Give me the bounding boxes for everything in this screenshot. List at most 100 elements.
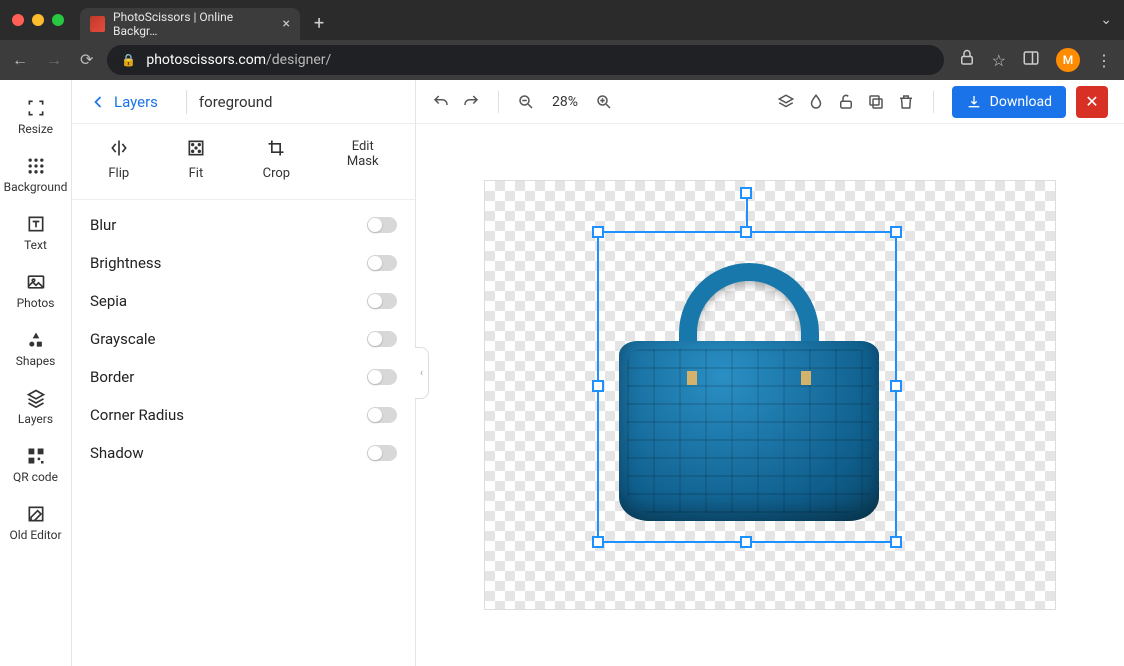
rail-label: QR code: [13, 470, 58, 484]
address-bar[interactable]: 🔒 photoscissors.com/designer/: [107, 45, 943, 75]
canvas-viewport[interactable]: [416, 124, 1124, 666]
tab-close-icon[interactable]: ×: [283, 16, 290, 32]
window-maximize-icon[interactable]: [52, 14, 64, 26]
window-close-icon[interactable]: [12, 14, 24, 26]
prop-label: Brightness: [90, 254, 161, 272]
resize-handle-e[interactable]: [890, 380, 902, 392]
breadcrumb-label: Layers: [114, 93, 158, 111]
window-controls: [12, 14, 64, 26]
resize-handle-n[interactable]: [740, 226, 752, 238]
prop-label: Blur: [90, 216, 116, 234]
properties-list: Blur Brightness Sepia Grayscale Border C…: [72, 200, 415, 478]
prop-label: Shadow: [90, 444, 144, 462]
favicon-icon: [90, 16, 105, 32]
redo-button[interactable]: [462, 93, 480, 111]
tool-label: Edit Mask: [347, 140, 379, 170]
share-icon[interactable]: [958, 49, 976, 71]
toggle-shadow[interactable]: [367, 445, 397, 461]
toggle-brightness[interactable]: [367, 255, 397, 271]
prop-sepia: Sepia: [90, 282, 397, 320]
layers-icon[interactable]: [777, 93, 795, 111]
separator: [498, 91, 499, 113]
rail-text[interactable]: Text: [0, 204, 71, 262]
rail-resize[interactable]: Resize: [0, 88, 71, 146]
prop-border: Border: [90, 358, 397, 396]
browser-tabstrip: PhotoScissors | Online Backgr… × + ⌄: [0, 0, 1124, 40]
opacity-icon[interactable]: [807, 93, 825, 111]
prop-corner-radius: Corner Radius: [90, 396, 397, 434]
prop-grayscale: Grayscale: [90, 320, 397, 358]
canvas-checkerboard: [484, 180, 1056, 610]
rail-old-editor[interactable]: Old Editor: [0, 494, 71, 552]
tool-label: Fit: [189, 166, 204, 181]
tool-label: Crop: [263, 166, 290, 181]
nav-back-button[interactable]: ←: [12, 50, 28, 70]
back-to-layers[interactable]: Layers: [72, 92, 174, 112]
rail-photos[interactable]: Photos: [0, 262, 71, 320]
toggle-grayscale[interactable]: [367, 331, 397, 347]
tool-crop[interactable]: Crop: [263, 138, 290, 181]
download-button[interactable]: Download: [952, 86, 1066, 118]
toggle-blur[interactable]: [367, 217, 397, 233]
undo-button[interactable]: [432, 93, 450, 111]
resize-handle-ne[interactable]: [890, 226, 902, 238]
rotate-handle[interactable]: [740, 187, 752, 199]
prop-label: Grayscale: [90, 330, 156, 348]
browser-toolbar: ← → ⟳ 🔒 photoscissors.com/designer/ ☆ M …: [0, 40, 1124, 80]
duplicate-icon[interactable]: [867, 93, 885, 111]
zoom-in-button[interactable]: [595, 93, 613, 111]
tabs-chevron-icon[interactable]: ⌄: [1100, 12, 1112, 28]
url-path: /designer/: [266, 52, 331, 68]
tool-edit-mask[interactable]: Edit Mask: [347, 138, 379, 181]
tool-label: Flip: [108, 166, 129, 181]
resize-handle-nw[interactable]: [592, 226, 604, 238]
layer-name: foreground: [199, 93, 273, 111]
rail-shapes[interactable]: Shapes: [0, 320, 71, 378]
nav-forward-button[interactable]: →: [46, 50, 62, 70]
unlock-icon[interactable]: [837, 93, 855, 111]
zoom-value[interactable]: 28%: [547, 94, 583, 110]
selection-bounds[interactable]: [597, 231, 897, 543]
window-minimize-icon[interactable]: [32, 14, 44, 26]
delete-icon[interactable]: [897, 93, 915, 111]
rail-label: Old Editor: [9, 528, 61, 542]
panel-header: Layers foreground: [72, 80, 415, 124]
canvas-toolbar: 28% Download ✕: [416, 80, 1124, 124]
foreground-image[interactable]: [619, 341, 879, 521]
toggle-sepia[interactable]: [367, 293, 397, 309]
browser-tab[interactable]: PhotoScissors | Online Backgr… ×: [80, 8, 300, 40]
toggle-corner-radius[interactable]: [367, 407, 397, 423]
sidebar-rail: Resize Background Text Photos Shapes Lay…: [0, 80, 72, 666]
rail-label: Background: [4, 180, 68, 194]
rail-qrcode[interactable]: QR code: [0, 436, 71, 494]
resize-handle-se[interactable]: [890, 536, 902, 548]
canvas-area: 28% Download ✕: [416, 80, 1124, 666]
profile-avatar[interactable]: M: [1056, 48, 1080, 72]
app-root: Resize Background Text Photos Shapes Lay…: [0, 80, 1124, 666]
bag-clasp-graphic: [801, 371, 811, 385]
close-button[interactable]: ✕: [1076, 86, 1108, 118]
panel-collapse-handle[interactable]: ‹: [415, 347, 429, 399]
prop-blur: Blur: [90, 206, 397, 244]
nav-reload-button[interactable]: ⟳: [80, 50, 93, 70]
resize-handle-w[interactable]: [592, 380, 604, 392]
tool-fit[interactable]: Fit: [186, 138, 206, 181]
tab-title: PhotoScissors | Online Backgr…: [113, 10, 270, 38]
rail-label: Shapes: [16, 354, 56, 368]
rail-label: Text: [24, 238, 47, 252]
new-tab-button[interactable]: +: [314, 13, 324, 34]
rail-background[interactable]: Background: [0, 146, 71, 204]
panel-icon[interactable]: [1022, 49, 1040, 71]
lock-icon: 🔒: [121, 53, 136, 67]
toggle-border[interactable]: [367, 369, 397, 385]
separator: [933, 91, 934, 113]
bookmark-icon[interactable]: ☆: [992, 51, 1006, 70]
menu-icon[interactable]: ⋮: [1096, 51, 1112, 70]
rail-label: Photos: [17, 296, 55, 310]
tool-flip[interactable]: Flip: [108, 138, 129, 181]
close-icon: ✕: [1085, 92, 1098, 111]
rail-layers[interactable]: Layers: [0, 378, 71, 436]
resize-handle-s[interactable]: [740, 536, 752, 548]
resize-handle-sw[interactable]: [592, 536, 604, 548]
zoom-out-button[interactable]: [517, 93, 535, 111]
